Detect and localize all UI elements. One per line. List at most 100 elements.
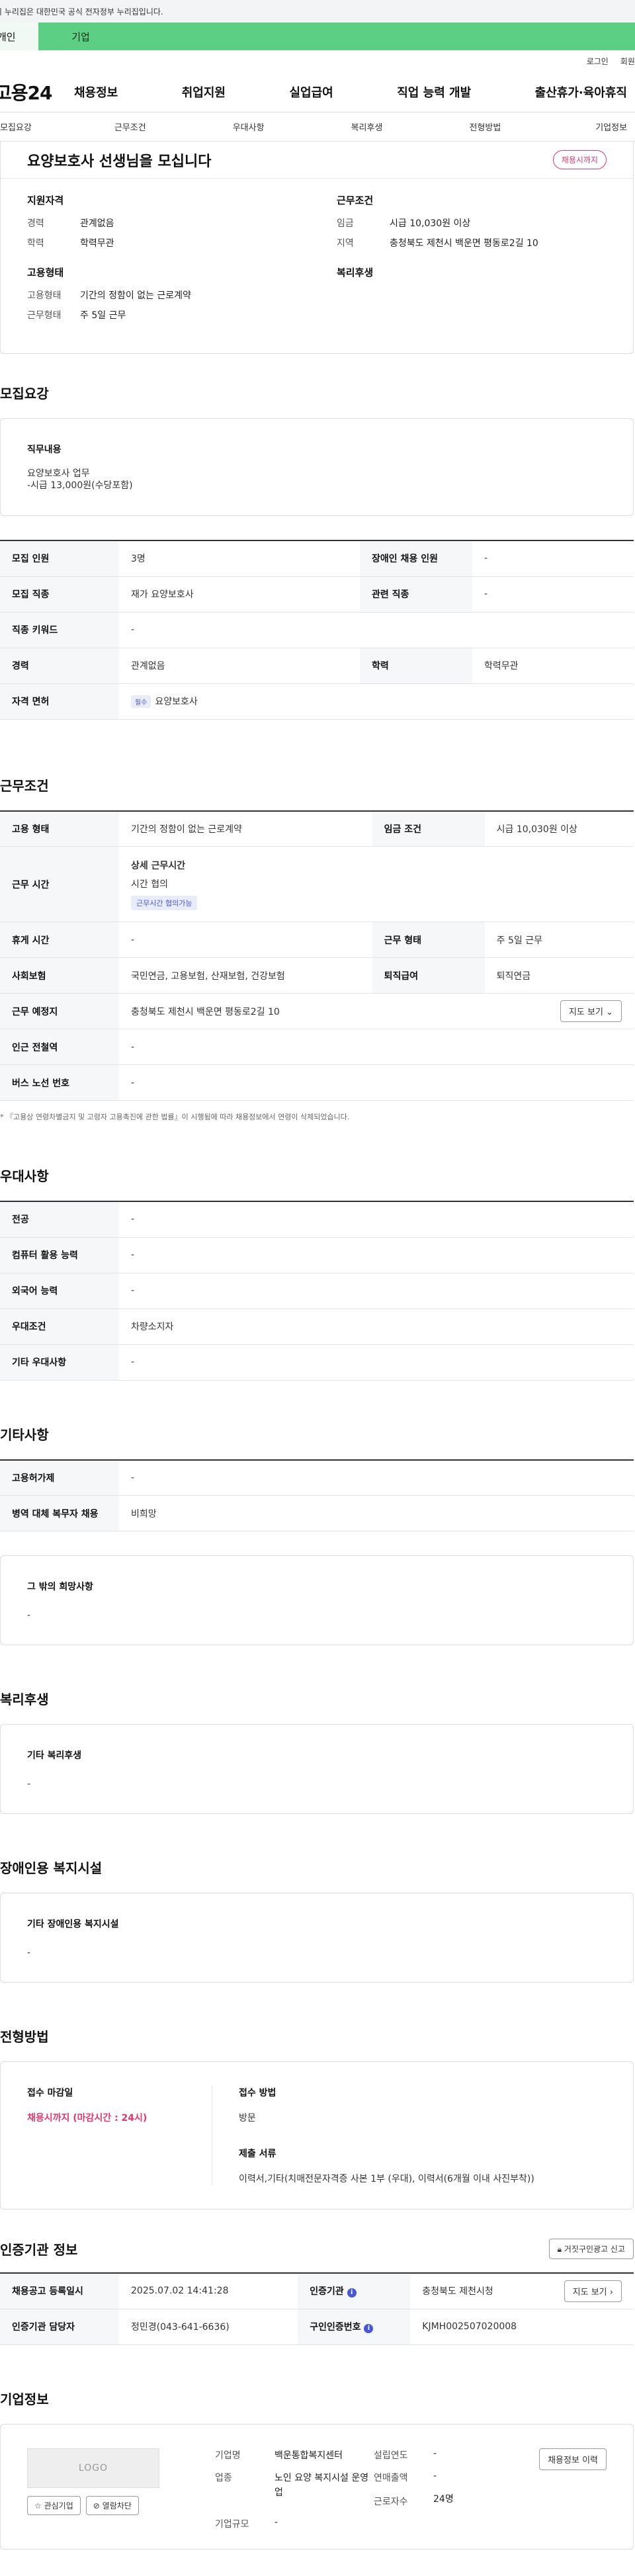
company-section-title: 기업정보: [0, 2391, 49, 2407]
hiring-history-button[interactable]: 채용정보 이력: [539, 2448, 607, 2470]
welfare-heading: 복리후생: [337, 267, 374, 279]
favorite-company-button[interactable]: ☆ 관심기업: [27, 2495, 81, 2515]
rest-label: 휴게 시간: [0, 922, 119, 958]
co-industry-value: 노인 요양 복지시설 운영업: [275, 2472, 369, 2498]
table-row: 고용허가제 -: [0, 1459, 634, 1496]
table-row: 모집 인원 3명 장애인 채용 인원 -: [0, 540, 634, 577]
gnb-training[interactable]: 직업 능력 개발: [397, 83, 471, 101]
disabled-box-heading: 기타 장애인용 복지시설: [27, 1919, 119, 1930]
table-row: 근무 시간 상세 근무시간 시간 협의 근무시간 협의가능: [0, 846, 634, 922]
co-name-value: 백운통합복지센터: [275, 2450, 343, 2461]
other-wish-heading: 그 밖의 희망사항: [27, 1582, 93, 1592]
gnb-job-support[interactable]: 취업지원: [182, 83, 226, 101]
emp-form-value: 주 5일 근무: [80, 310, 126, 321]
related-label: 관련 직종: [360, 576, 473, 613]
welfare-section-title: 복리후생: [0, 1692, 49, 1707]
edu-label: 학력: [360, 648, 473, 684]
table-row: 채용공고 등록일시 2025.07.02 14:41:28 인증기관 i 충청북…: [0, 2273, 634, 2309]
auth-org-label-cell: 인증기관 i: [298, 2273, 411, 2309]
pref-value: -: [119, 1237, 634, 1273]
cond-wage-value: 시급 10,030원 이상: [390, 218, 471, 229]
block-view-button[interactable]: ⊘ 열람차단: [85, 2495, 139, 2515]
edu-value: 학력무관: [472, 648, 634, 684]
pref-section-title: 우대사항: [0, 1168, 49, 1184]
duty-line: -시급 13,000원(수당포함): [27, 480, 133, 491]
welfare-box-value: -: [27, 1779, 31, 1789]
anchor-recruit[interactable]: 모집요강: [0, 120, 71, 133]
pref-value: -: [119, 1201, 634, 1238]
work-time-label: 근무 시간: [0, 846, 119, 922]
license-value: 요양보호사: [155, 697, 198, 707]
table-row: 전공 -: [0, 1201, 634, 1238]
anchor-selection[interactable]: 전형방법: [426, 120, 544, 133]
user-type-tabs: 개인 기업: [0, 22, 635, 50]
etc-table: 고용허가제 - 병역 대체 복무자 채용 비희망: [0, 1459, 634, 1531]
cond-wage-label: 임금: [337, 218, 354, 229]
etc-value: -: [119, 1459, 634, 1496]
table-row: 근무 예정지 충청북도 제천시 백운면 평동로2길 10 지도 보기 ⌄: [0, 993, 634, 1029]
table-row: 우대조건 차량소지자: [0, 1309, 634, 1345]
gnb-leave[interactable]: 출산휴가·육아휴직: [535, 83, 627, 101]
info-icon[interactable]: i: [364, 2324, 374, 2333]
table-row: 모집 직종 재가 요양보호사 관련 직종 -: [0, 576, 634, 613]
career-label: 경력: [0, 648, 119, 684]
map-button[interactable]: 지도 보기 ⌄: [560, 1000, 622, 1022]
table-row: 자격 면허 필수 요양보호사: [0, 683, 634, 720]
co-name-label: 기업명: [215, 2450, 241, 2461]
section-anchor-nav: 모집요강 근무조건 우대사항 복리후생 전형방법 기업정보: [0, 112, 635, 142]
deadline-label: 접수 마감일: [27, 2088, 73, 2098]
anchor-company[interactable]: 기업정보: [544, 120, 635, 133]
co-industry-label: 업종: [215, 2472, 232, 2483]
keyword-label: 직종 키워드: [0, 612, 119, 648]
gnb-unemployment[interactable]: 실업급여: [290, 83, 333, 101]
table-row: 외국어 능력 -: [0, 1273, 634, 1309]
qual-career-value: 관계없음: [80, 218, 114, 229]
site-logo[interactable]: 고용24: [0, 79, 74, 105]
pref-label: 전공: [0, 1201, 119, 1238]
docs-value: 이력서,기타(치매전문자격증 사본 1부 (우대), 이력서(6개월 이내 사진…: [239, 2174, 534, 2184]
qual-edu-value: 학력무관: [80, 238, 114, 249]
etc-label: 병역 대체 복무자 채용: [0, 1495, 119, 1531]
insurance-value: 국민연금, 고용보험, 산재보험, 건강보험: [119, 957, 372, 994]
gov-banner: 이 누리집은 대한민국 공식 전자정부 누리집입니다.: [0, 0, 635, 22]
anchor-pref[interactable]: 우대사항: [189, 120, 308, 133]
work-time-detail-label: 상세 근무시간: [131, 860, 186, 871]
co-year-label: 설립연도: [374, 2450, 408, 2461]
emp-form-label: 근무형태: [27, 310, 62, 321]
work-time-detail-value: 시간 협의: [131, 879, 168, 890]
duty-line: 요양보호사 업무: [27, 468, 90, 479]
gnb-job-info[interactable]: 채용정보: [74, 83, 118, 101]
false-ad-report-button[interactable]: 🔒︎ 거짓구인광고 신고: [548, 2239, 634, 2259]
anchor-work[interactable]: 근무조건: [71, 120, 189, 133]
gov-banner-text: 이 누리집은 대한민국 공식 전자정부 누리집입니다.: [0, 7, 163, 17]
signup-link[interactable]: 회원가입: [620, 56, 635, 67]
bus-value: -: [119, 1064, 634, 1101]
info-icon[interactable]: i: [347, 2288, 357, 2298]
table-row: 경력 관계없음 학력 학력무관: [0, 648, 634, 684]
method-value: 방문: [239, 2113, 256, 2124]
qual-heading: 지원자격: [27, 194, 64, 206]
reg-date-value: 2025.07.02 14:41:28: [119, 2273, 298, 2309]
anchor-welfare[interactable]: 복리후생: [308, 120, 426, 133]
login-link[interactable]: 로그인: [587, 56, 609, 67]
negotiable-badge: 근무시간 협의가능: [131, 895, 198, 910]
emp-heading: 고용형태: [27, 267, 64, 279]
auth-map-button[interactable]: 지도 보기 ›: [564, 2280, 622, 2302]
license-label: 자격 면허: [0, 683, 119, 720]
work-time-cell: 상세 근무시간 시간 협의 근무시간 협의가능: [119, 846, 634, 922]
auth-section-title: 인증기관 정보: [0, 2242, 78, 2258]
tab-personal[interactable]: 개인: [0, 22, 38, 50]
tab-company[interactable]: 기업: [38, 22, 123, 50]
table-row: 병역 대체 복무자 채용 비희망: [0, 1495, 634, 1531]
selection-section-title: 전형방법: [0, 2029, 49, 2045]
selection-box: 접수 마감일 채용시까지 (마감시간 : 24시) 접수 방법 방문 제출 서류…: [0, 2061, 634, 2210]
work-section-title: 근무조건: [0, 777, 49, 794]
job-value: 재가 요양보호사: [119, 576, 360, 613]
form-label: 근무 형태: [372, 922, 485, 958]
deadline-value: 채용시까지 (마감시간 : 24시): [27, 2113, 148, 2124]
disabled-count-value: -: [472, 540, 634, 577]
table-row: 휴게 시간 - 근무 형태 주 5일 근무: [0, 922, 634, 958]
table-row: 고용 형태 기간의 정함이 없는 근로계약 임금 조건 시급 10,030원 이…: [0, 810, 634, 847]
table-row: 컴퓨터 활용 능력 -: [0, 1237, 634, 1273]
pref-value: -: [119, 1273, 634, 1309]
